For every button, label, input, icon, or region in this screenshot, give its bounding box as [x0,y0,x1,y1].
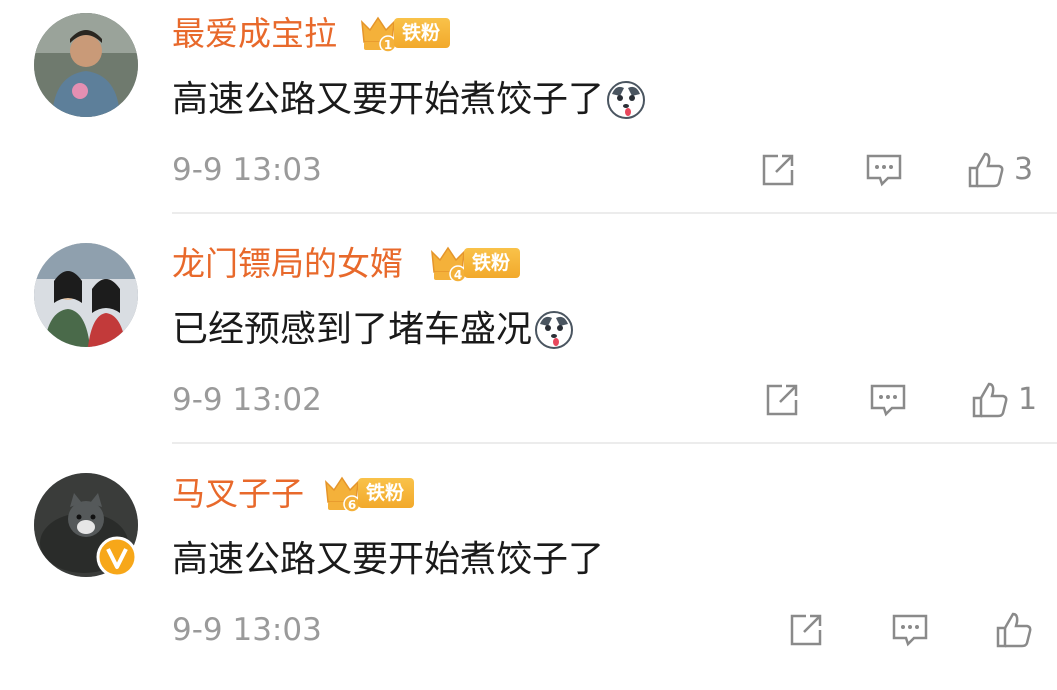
username[interactable]: 龙门镖局的女婿 [172,242,403,286]
timestamp: 9-9 13:02 [172,382,322,418]
like-count: 1 [1018,382,1038,417]
share-button[interactable] [786,610,826,650]
share-icon [790,614,822,646]
fan-badge[interactable]: 6 铁粉 [322,472,415,514]
thumbs-up-icon [996,612,1032,648]
comment-item: 最爱成宝拉 1 铁粉 高速公路又要开始煮饺子了 9-9 13:03 3 [0,0,1057,230]
fan-level: 1 [384,38,392,52]
verified-v-icon [96,536,138,578]
like-button[interactable] [994,610,1042,650]
share-icon [766,384,798,416]
fan-label: 铁粉 [358,478,415,508]
share-icon [762,154,794,186]
husky-dog-emoji-icon [535,311,574,349]
reply-button[interactable] [864,150,904,190]
thumbs-up-icon [968,152,1004,188]
reply-button[interactable] [868,380,908,420]
avatar[interactable] [34,243,138,347]
reply-button[interactable] [890,610,930,650]
comment-icon [870,384,906,417]
share-button[interactable] [762,380,802,420]
username[interactable]: 最爱成宝拉 [172,12,337,56]
crown-icon: 4 [431,246,467,283]
comment-icon [892,614,928,647]
fan-label: 铁粉 [394,18,451,48]
like-button[interactable]: 3 [966,150,1033,190]
fan-level: 4 [454,268,462,282]
avatar[interactable] [34,13,138,117]
fan-badge[interactable]: 4 铁粉 [428,242,521,284]
fan-level: 6 [348,498,356,512]
husky-dog-emoji-icon [607,81,646,119]
comment-body: 已经预感到了堵车盛况 [172,309,533,350]
comment-icon [866,154,902,187]
timestamp: 9-9 13:03 [172,612,322,648]
divider [172,442,1057,444]
fan-label: 铁粉 [464,248,521,278]
comment-text: 高速公路又要开始煮饺子了 [172,74,646,126]
username[interactable]: 马叉子子 [172,472,304,516]
crown-icon: 6 [325,476,361,513]
crown-icon: 1 [361,16,397,53]
like-button[interactable]: 1 [970,380,1037,420]
comment-text: 已经预感到了堵车盛况 [172,304,574,356]
share-button[interactable] [758,150,798,190]
timestamp: 9-9 13:03 [172,152,322,188]
like-count: 3 [1014,152,1034,187]
comment-text: 高速公路又要开始煮饺子了 [172,534,604,586]
comment-item: 马叉子子 6 铁粉 高速公路又要开始煮饺子了 9-9 13:03 [0,460,1057,690]
comment-body: 高速公路又要开始煮饺子了 [172,539,605,580]
thumbs-up-icon [972,382,1008,418]
comment-item: 龙门镖局的女婿 4 铁粉 已经预感到了堵车盛况 9-9 13:02 1 [0,230,1057,460]
comment-body: 高速公路又要开始煮饺子了 [172,79,605,120]
divider [172,212,1057,214]
fan-badge[interactable]: 1 铁粉 [358,12,451,54]
